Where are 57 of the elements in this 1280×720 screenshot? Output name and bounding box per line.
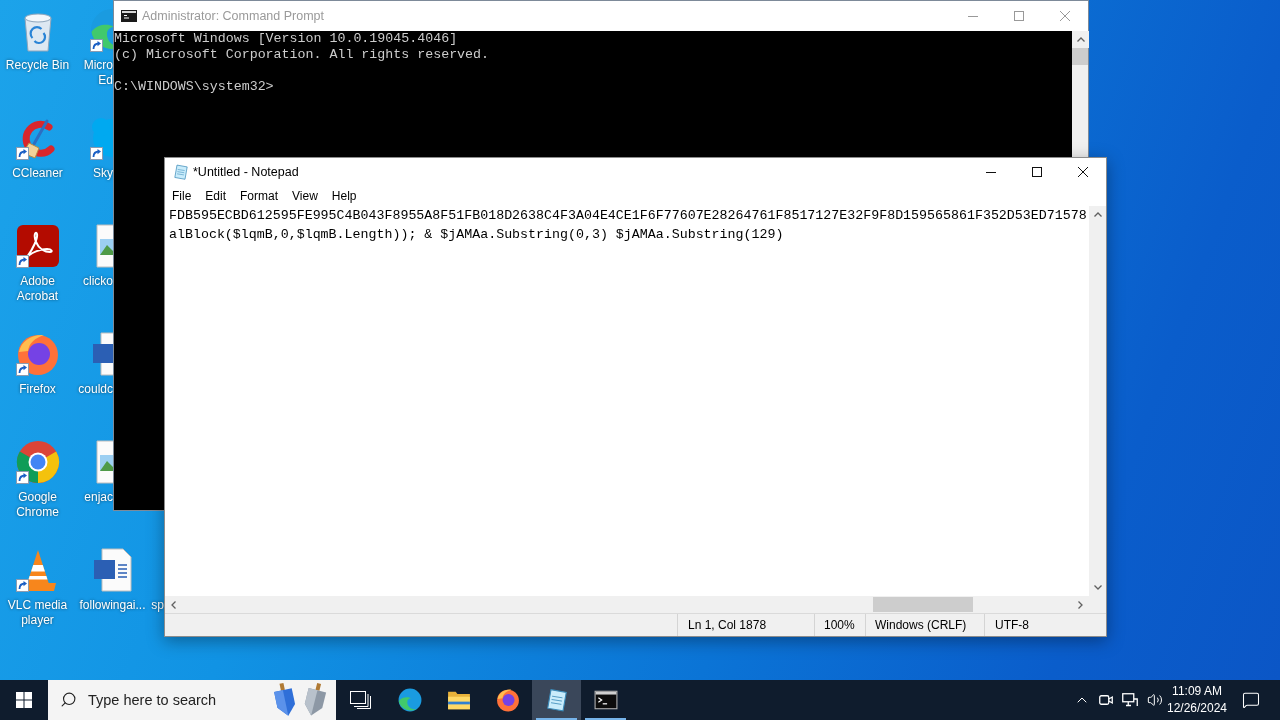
status-text: Ln 1, Col 1878: [677, 614, 814, 636]
icon-label[interactable]: sp: [151, 598, 164, 613]
window-title: Administrator: Command Prompt: [142, 7, 324, 25]
status-text: UTF-8: [984, 614, 1106, 636]
icon-label[interactable]: couldc: [78, 382, 113, 397]
caret-left-icon: [171, 600, 176, 609]
scroll-left-button[interactable]: [165, 596, 182, 613]
acrobat-icon[interactable]: [15, 224, 60, 268]
icon-label[interactable]: CCleaner: [12, 166, 63, 181]
menu-item[interactable]: Edit: [198, 186, 234, 206]
windows-logo-icon: [16, 692, 32, 708]
caret-up-icon: [1093, 212, 1102, 217]
scrollbar-thumb[interactable]: [873, 597, 973, 612]
caret-down-icon: [1093, 585, 1102, 590]
status-text: 100%: [814, 614, 865, 636]
caret-right-icon: [1078, 600, 1083, 609]
search-icon: [60, 691, 77, 708]
icon-label[interactable]: Firefox: [19, 382, 56, 397]
menu-item[interactable]: File: [165, 186, 199, 206]
console-prompt: C:\WINDOWS\system32>: [114, 79, 274, 95]
monitor-icon: [1122, 693, 1138, 707]
icon-label[interactable]: Adobe Acrobat: [1, 274, 74, 304]
icon-label[interactable]: Google Chrome: [1, 490, 74, 520]
window-title: *Untitled - Notepad: [193, 163, 299, 181]
console-text: Microsoft Windows [Version 10.0.19045.4046]: [114, 31, 458, 47]
firefox-icon[interactable]: [15, 332, 60, 376]
notification-icon: [1242, 691, 1260, 709]
console-icon: [121, 10, 137, 22]
icon-label[interactable]: followingai...: [79, 598, 146, 613]
speaker-icon: [1147, 692, 1163, 708]
icon-label[interactable]: VLC media player: [1, 598, 74, 628]
menu-item[interactable]: View: [285, 186, 325, 206]
chrome-icon[interactable]: [15, 440, 60, 484]
notepad-icon: [544, 688, 569, 712]
menu-item[interactable]: Format: [233, 186, 286, 206]
icon-label[interactable]: enjac: [84, 490, 113, 505]
notepad-icon: [173, 164, 189, 180]
taskbar-app-button[interactable]: [532, 680, 581, 720]
search-field[interactable]: Type here to search: [48, 680, 336, 720]
firefox-icon: [495, 688, 520, 712]
camera-icon: [1099, 693, 1113, 707]
text-line: FDB595ECBD612595FE995C4B043F8955A8F51FB018D2638C4F3A04E4CE1F6F77607E28264761F8517127E32F9F8D159565861F352D53ED71578: [169, 207, 1087, 225]
scrollbar-thumb[interactable]: [1072, 48, 1088, 65]
clock[interactable]: 11:09 AM 12/26/2024: [1168, 680, 1226, 720]
text-line: alBlock($lqmB,0,$lqmB.Length)); & $jAMAa.Substring(0,3) $jAMAa.Substring(129): [169, 226, 784, 244]
edge-icon: [397, 688, 422, 712]
icon-label[interactable]: clicko: [83, 274, 113, 289]
icon-label[interactable]: Sky: [93, 166, 113, 181]
icon-label[interactable]: Recycle Bin: [5, 58, 70, 73]
terminal-icon: [593, 688, 618, 712]
console-text: (c) Microsoft Corporation. All rights reserved.: [114, 47, 490, 63]
task-view-icon: [349, 691, 372, 709]
icon-label[interactable]: Micro Ed: [75, 58, 113, 88]
status-text: Windows (CRLF): [865, 614, 984, 636]
caret-up-icon: [1076, 37, 1085, 42]
text-editor-field[interactable]: FDB595ECBD612595FE995C4B043F8955A8F51FB018D2638C4F3A04E4CE1F6F77607E28264761F8517127E32F9F8D159565861F352D53ED71578 alBlock($lqmB,0,$lqmB.Length)); & $jAMAa.Substring(0,3) $jAMAa.Substring(129): [165, 206, 1089, 596]
menu-item[interactable]: Help: [324, 186, 364, 206]
